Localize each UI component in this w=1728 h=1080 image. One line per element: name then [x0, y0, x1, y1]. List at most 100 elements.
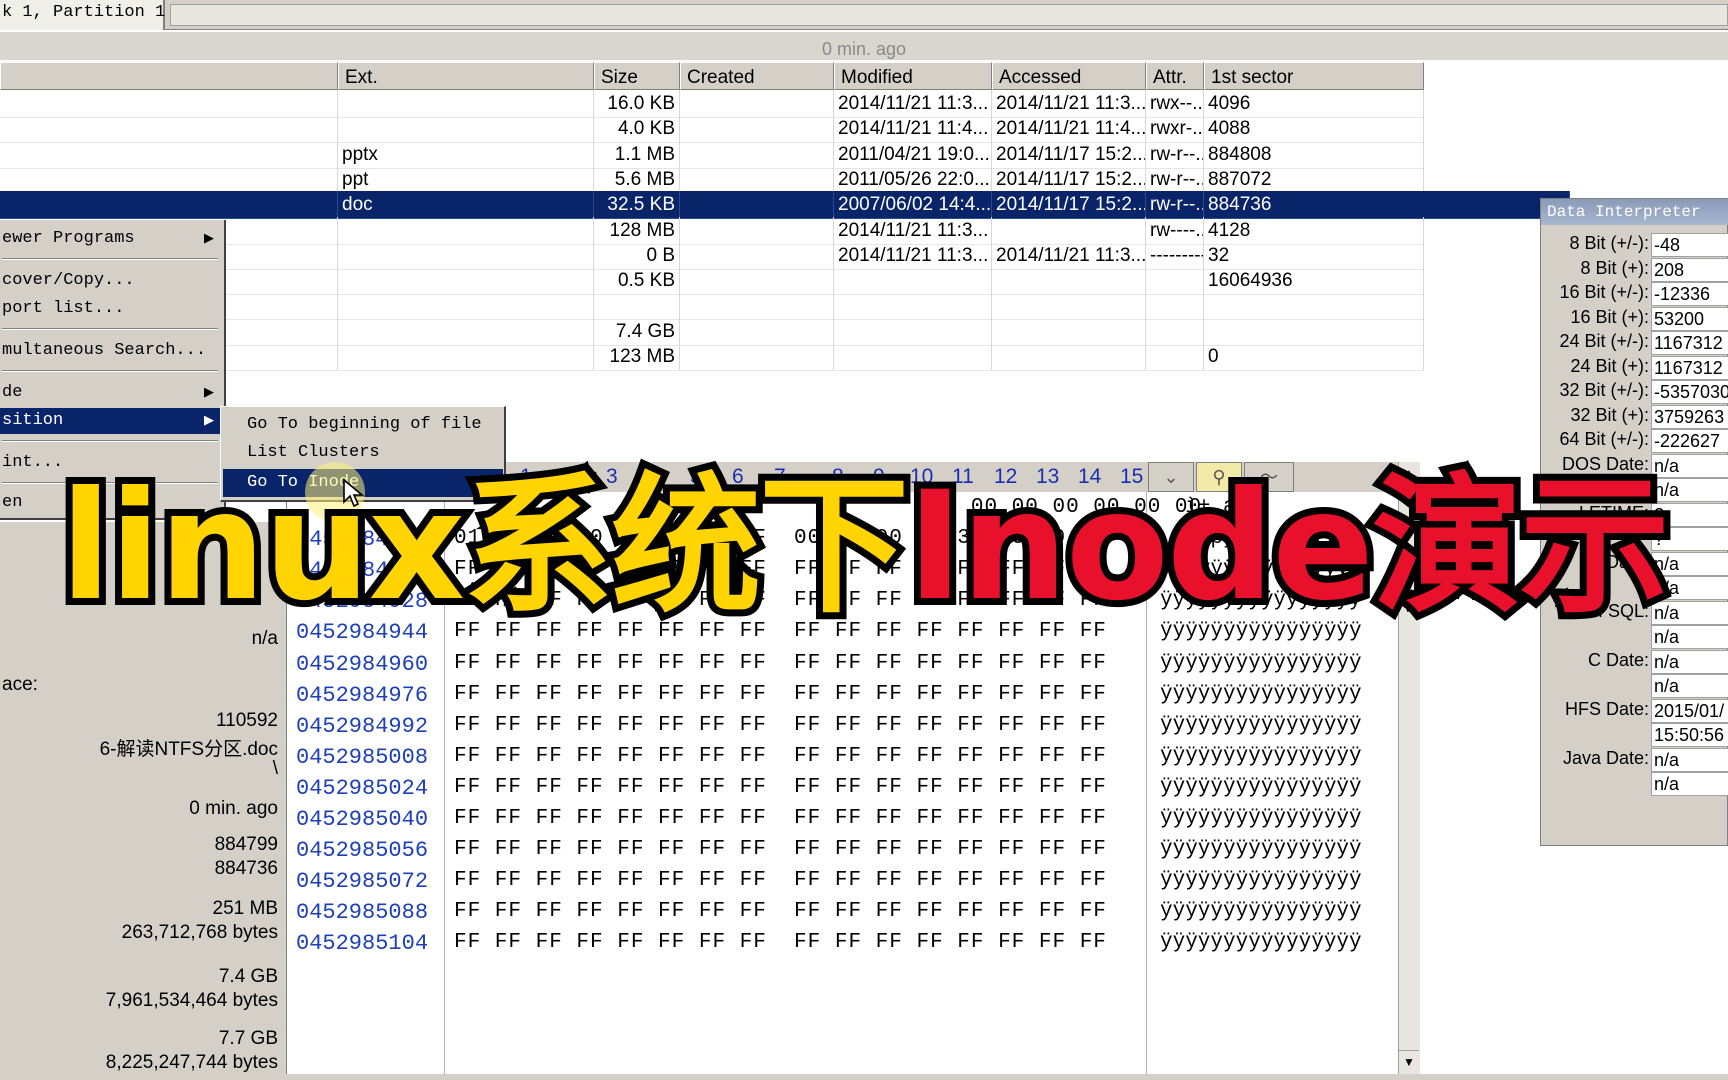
interpreter-value[interactable]: n/a [1651, 649, 1728, 674]
hex-bytes[interactable]: 01 00 00 00 FE FF FF FF 00 00 00 00 3B 0… [454, 527, 1107, 550]
hex-bytes[interactable]: 00 00 00 00 00 00 [454, 496, 1202, 519]
info-size-2: 7.4 GB [218, 966, 278, 987]
interpreter-value[interactable]: 1167312 [1651, 355, 1728, 380]
hex-bytes[interactable]: FF FF FF FF FF FF FF FF FF FF FF FF FF F… [454, 714, 1107, 737]
cell-ext [338, 267, 594, 296]
hex-text[interactable]: ÿÿÿÿÿÿÿÿÿÿÿÿÿÿÿÿ [1160, 838, 1362, 861]
hex-offset: 0452984896 [296, 527, 429, 553]
column-header-sector[interactable]: 1st sector [1204, 62, 1424, 90]
hex-bytes[interactable]: FF FF FF FF FF FF FF FF FF FF FF FF FF F… [454, 620, 1107, 643]
interpreter-value[interactable]: ? [1651, 502, 1728, 527]
hex-bytes[interactable]: FF FF FF FF FF FF FF FF FF FF FF FF FF F… [454, 589, 1107, 612]
hex-bytes[interactable]: FF FF FF FF FF FF FF FF FF FF FF FF FF F… [454, 652, 1107, 675]
menu-item-position[interactable]: sition ▶ [0, 408, 222, 434]
table-row[interactable]: 16.0 KB 2014/11/21 11:3... 2014/11/21 11:3… [0, 90, 1570, 118]
dropdown-icon[interactable]: ⌄ [1148, 462, 1194, 492]
interpreter-value[interactable]: n/a [1651, 478, 1728, 502]
column-header-created[interactable]: Created [680, 62, 834, 90]
menu-item-simultaneous-search[interactable]: multaneous Search... [0, 338, 222, 364]
table-row[interactable]: 0 B 2014/11/21 11:3... 2014/11/21 11:3... -… [0, 241, 1570, 270]
table-row[interactable]: 123 MB 0 [0, 343, 1570, 371]
table-row[interactable]: 0.5 KB 16064936 [0, 267, 1570, 296]
hex-text[interactable]: ÿÿÿÿÿÿÿÿÿÿÿÿÿÿÿÿ [1160, 776, 1362, 799]
hex-text[interactable]: ÿÿÿÿÿÿÿÿÿÿÿÿÿÿÿÿ [1160, 807, 1362, 830]
column-header-size[interactable]: Size [594, 62, 680, 90]
hex-bytes[interactable]: FF FF FF FF FF FF FF FF FF FF FF FF FF F… [454, 683, 1107, 706]
interpreter-value[interactable]: n/a [1651, 600, 1728, 625]
search-icon[interactable]: ⚲ [1196, 462, 1242, 492]
column-header-attr[interactable]: Attr. [1146, 62, 1204, 90]
tab-partition[interactable]: k 1, Partition 1 [0, 0, 165, 30]
table-row[interactable]: pptx 1.1 MB 2011/04/21 19:0... 2014/11/17 1… [0, 140, 1570, 169]
hex-text[interactable]: ÿÿÿÿÿÿÿÿÿÿÿÿÿÿÿÿ [1160, 558, 1362, 581]
hex-text[interactable]: ÿÿÿÿÿÿÿÿÿÿÿÿÿÿÿÿ [1160, 869, 1362, 892]
hex-bytes[interactable]: FF FF FF FF FF FF FF FF FF FF FF FF FF F… [454, 745, 1107, 768]
hex-text[interactable]: ÿÿÿÿÿÿÿÿÿÿÿÿÿÿÿÿ [1160, 931, 1362, 954]
hex-text[interactable]: ....þÿÿÿ....;... [1160, 527, 1362, 550]
interpreter-value[interactable]: n/a [1651, 747, 1728, 772]
interpreter-value[interactable]: 15:50:56 [1651, 723, 1728, 747]
column-header-modified[interactable]: Modified [834, 62, 992, 90]
hex-bytes[interactable]: FF FF FF FF FF FF FF FF FF FF FF FF FF F… [454, 807, 1107, 830]
table-row[interactable]: 4.0 KB 2014/11/21 11:4... 2014/11/21 11:4.… [0, 115, 1570, 144]
hex-bytes[interactable]: FF FF FF FF FF FF FF FF FF FF FF FF FF F… [454, 776, 1107, 799]
menu-item-mode[interactable]: de ▶ [0, 380, 222, 406]
menu-item-print[interactable]: int... [0, 450, 222, 476]
table-row[interactable]: 7.4 GB [0, 317, 1570, 346]
hex-text[interactable]: ì±.á.. [1160, 496, 1261, 519]
table-row[interactable]: ppt 5.6 MB 2011/05/26 22:0... 2014/11/17 15… [0, 165, 1570, 194]
interpreter-value[interactable]: ? [1651, 527, 1728, 551]
interpreter-value[interactable]: 3759263 [1651, 404, 1728, 429]
hex-text[interactable]: ÿÿÿÿÿÿÿÿÿÿÿÿÿÿÿÿ [1160, 683, 1362, 706]
hex-text[interactable]: ÿÿÿÿÿÿÿÿÿÿÿÿÿÿÿÿ [1160, 714, 1362, 737]
column-header-accessed[interactable]: Accessed [992, 62, 1146, 90]
menu-item-recover-copy[interactable]: cover/Copy... [0, 268, 222, 294]
hex-text[interactable]: ÿÿÿÿÿÿÿÿÿÿÿÿÿÿÿÿ [1160, 900, 1362, 923]
menu-item-export-list[interactable]: port list... [0, 296, 222, 322]
cell-attr [1146, 267, 1204, 296]
scroll-up-icon[interactable]: ▲ [1399, 462, 1419, 484]
interpreter-value[interactable]: 1167312 [1651, 331, 1728, 355]
menu-item-viewer-programs[interactable]: ewer Programs ▶ [0, 226, 222, 252]
interpreter-value[interactable]: -48 [1651, 233, 1728, 257]
hex-text[interactable]: ÿÿÿÿÿÿÿÿÿÿÿÿÿÿÿÿ [1160, 745, 1362, 768]
interpreter-value[interactable]: -222627 [1651, 429, 1728, 453]
submenu-list-clusters[interactable]: List Clusters [223, 439, 503, 467]
cell-ext [338, 241, 594, 270]
table-row[interactable]: 128 MB 2014/11/21 11:3... rw----...4128 [0, 216, 1570, 245]
menu-item-open[interactable]: en [0, 490, 222, 516]
cell-created [680, 267, 834, 296]
cell-size: 16.0 KB [594, 90, 680, 118]
interpreter-value[interactable]: n/a [1651, 453, 1728, 478]
interpreter-value[interactable]: 53200 [1651, 306, 1728, 331]
interpreter-value[interactable]: n/a [1651, 772, 1728, 796]
interpreter-value[interactable]: n/a [1651, 576, 1728, 600]
hex-bytes[interactable]: FF FF FF FF FF FF FF FF FF FF FF FF FF F… [454, 558, 1107, 581]
chevron-right-icon[interactable]: 〜 [1244, 462, 1294, 492]
interpreter-value[interactable]: n/a [1651, 551, 1728, 576]
column-header-name[interactable] [0, 62, 338, 90]
cell-created [680, 292, 834, 321]
hex-editor[interactable] [286, 462, 1420, 1074]
table-row[interactable] [0, 292, 1570, 321]
interpreter-value[interactable]: -12336 [1651, 282, 1728, 306]
interpreter-value[interactable]: n/a [1651, 625, 1728, 649]
cell-sector: 887072 [1204, 165, 1424, 194]
hex-bytes[interactable]: FF FF FF FF FF FF FF FF FF FF FF FF FF F… [454, 838, 1107, 861]
hex-text[interactable]: ÿÿÿÿÿÿÿÿÿÿÿÿÿÿÿÿ [1160, 652, 1362, 675]
hex-bytes[interactable]: FF FF FF FF FF FF FF FF FF FF FF FF FF F… [454, 869, 1107, 892]
hex-text[interactable]: ÿÿÿÿÿÿÿÿÿÿÿÿÿÿÿÿ [1160, 589, 1362, 612]
table-row[interactable]: doc 32.5 KB 2007/06/02 14:4... 2014/11/17 1… [0, 191, 1570, 220]
hex-bytes[interactable]: FF FF FF FF FF FF FF FF FF FF FF FF FF F… [454, 900, 1107, 923]
hex-bytes[interactable]: FF FF FF FF FF FF FF FF FF FF FF FF FF F… [454, 931, 1107, 954]
hex-scrollbar[interactable]: ▲ ▼ [1398, 462, 1420, 1074]
column-header-ext[interactable]: Ext. [338, 62, 594, 90]
cell-size: 123 MB [594, 343, 680, 371]
interpreter-value[interactable]: n/a [1651, 674, 1728, 698]
interpreter-value[interactable]: 208 [1651, 257, 1728, 282]
interpreter-value[interactable]: 2015/01/ [1651, 698, 1728, 723]
submenu-go-to-beginning[interactable]: Go To beginning of file [223, 411, 503, 439]
hex-text[interactable]: ÿÿÿÿÿÿÿÿÿÿÿÿÿÿÿÿ [1160, 620, 1362, 643]
interpreter-value[interactable]: -5357030 [1651, 380, 1728, 404]
scroll-down-icon[interactable]: ▼ [1399, 1050, 1419, 1072]
